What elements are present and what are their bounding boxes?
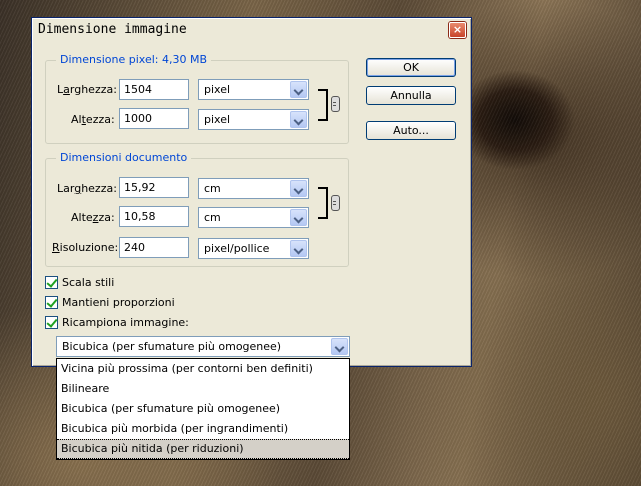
link-icon	[331, 96, 340, 112]
doc-height-unit-select[interactable]: cm	[198, 207, 309, 228]
document-size-legend: Dimensioni documento	[56, 151, 192, 164]
pixel-height-unit-value: pixel	[204, 113, 231, 126]
constrain-proportions-label[interactable]: Mantieni proporzioni	[62, 296, 175, 309]
chevron-down-icon[interactable]	[290, 81, 307, 98]
image-size-dialog: Dimensione immagine × Dimensione pixel: …	[31, 17, 472, 367]
pixel-width-unit-select[interactable]: pixel	[198, 79, 309, 100]
pixel-height-label: Altezza:	[71, 113, 115, 126]
resample-method-value: Bicubica (per sfumature più omogenee)	[62, 340, 282, 353]
resolution-input[interactable]: 240	[119, 237, 189, 258]
resample-option[interactable]: Bilineare	[57, 379, 349, 399]
doc-width-unit-select[interactable]: cm	[198, 178, 309, 199]
constrain-proportions-checkbox[interactable]	[45, 296, 58, 309]
close-button[interactable]: ×	[449, 22, 466, 38]
ok-button[interactable]: OK	[366, 58, 456, 77]
pixel-width-label: Larghezza:	[57, 83, 117, 96]
pixel-height-input[interactable]: 1000	[119, 108, 189, 129]
scale-styles-label[interactable]: Scala stili	[62, 276, 114, 289]
pixel-constrain-bracket	[318, 89, 328, 121]
chevron-down-icon[interactable]	[290, 111, 307, 128]
chevron-down-icon[interactable]	[290, 180, 307, 197]
resample-checkbox[interactable]	[45, 316, 58, 329]
title-bar[interactable]: Dimensione immagine ×	[33, 19, 470, 39]
auto-button[interactable]: Auto...	[366, 121, 456, 140]
resolution-label: Risoluzione:	[52, 241, 119, 254]
pixel-width-input[interactable]: 1504	[119, 79, 189, 100]
doc-height-unit-value: cm	[204, 211, 221, 224]
chevron-down-icon[interactable]	[290, 209, 307, 226]
scale-styles-checkbox[interactable]	[45, 276, 58, 289]
resample-label[interactable]: Ricampiona immagine:	[62, 316, 189, 329]
resample-option-highlighted[interactable]: Bicubica più nitida (per riduzioni)	[57, 439, 349, 459]
chevron-down-icon[interactable]	[331, 338, 348, 355]
chevron-down-icon[interactable]	[290, 240, 307, 257]
link-icon	[331, 195, 340, 211]
resample-option[interactable]: Bicubica (per sfumature più omogenee)	[57, 399, 349, 419]
resample-method-select[interactable]: Bicubica (per sfumature più omogenee)	[56, 336, 350, 357]
doc-height-label: Altezza:	[71, 211, 115, 224]
doc-height-input[interactable]: 10,58	[119, 206, 189, 227]
resolution-unit-value: pixel/pollice	[204, 242, 270, 255]
resample-option[interactable]: Bicubica più morbida (per ingrandimenti)	[57, 419, 349, 439]
doc-width-input[interactable]: 15,92	[119, 177, 189, 198]
doc-width-unit-value: cm	[204, 182, 221, 195]
pixel-dimensions-group: Dimensione pixel: 4,30 MB	[45, 53, 349, 144]
cancel-button[interactable]: Annulla	[366, 86, 456, 105]
doc-width-label: Larghezza:	[57, 182, 117, 195]
pixel-width-unit-value: pixel	[204, 83, 231, 96]
pixel-dimensions-legend: Dimensione pixel: 4,30 MB	[56, 53, 211, 66]
resolution-unit-select[interactable]: pixel/pollice	[198, 238, 309, 259]
dialog-title: Dimensione immagine	[38, 22, 187, 37]
resample-option[interactable]: Vicina più prossima (per contorni ben de…	[57, 359, 349, 379]
doc-constrain-bracket	[318, 187, 328, 219]
pixel-height-unit-select[interactable]: pixel	[198, 109, 309, 130]
resample-method-dropdown: Vicina più prossima (per contorni ben de…	[56, 358, 350, 460]
